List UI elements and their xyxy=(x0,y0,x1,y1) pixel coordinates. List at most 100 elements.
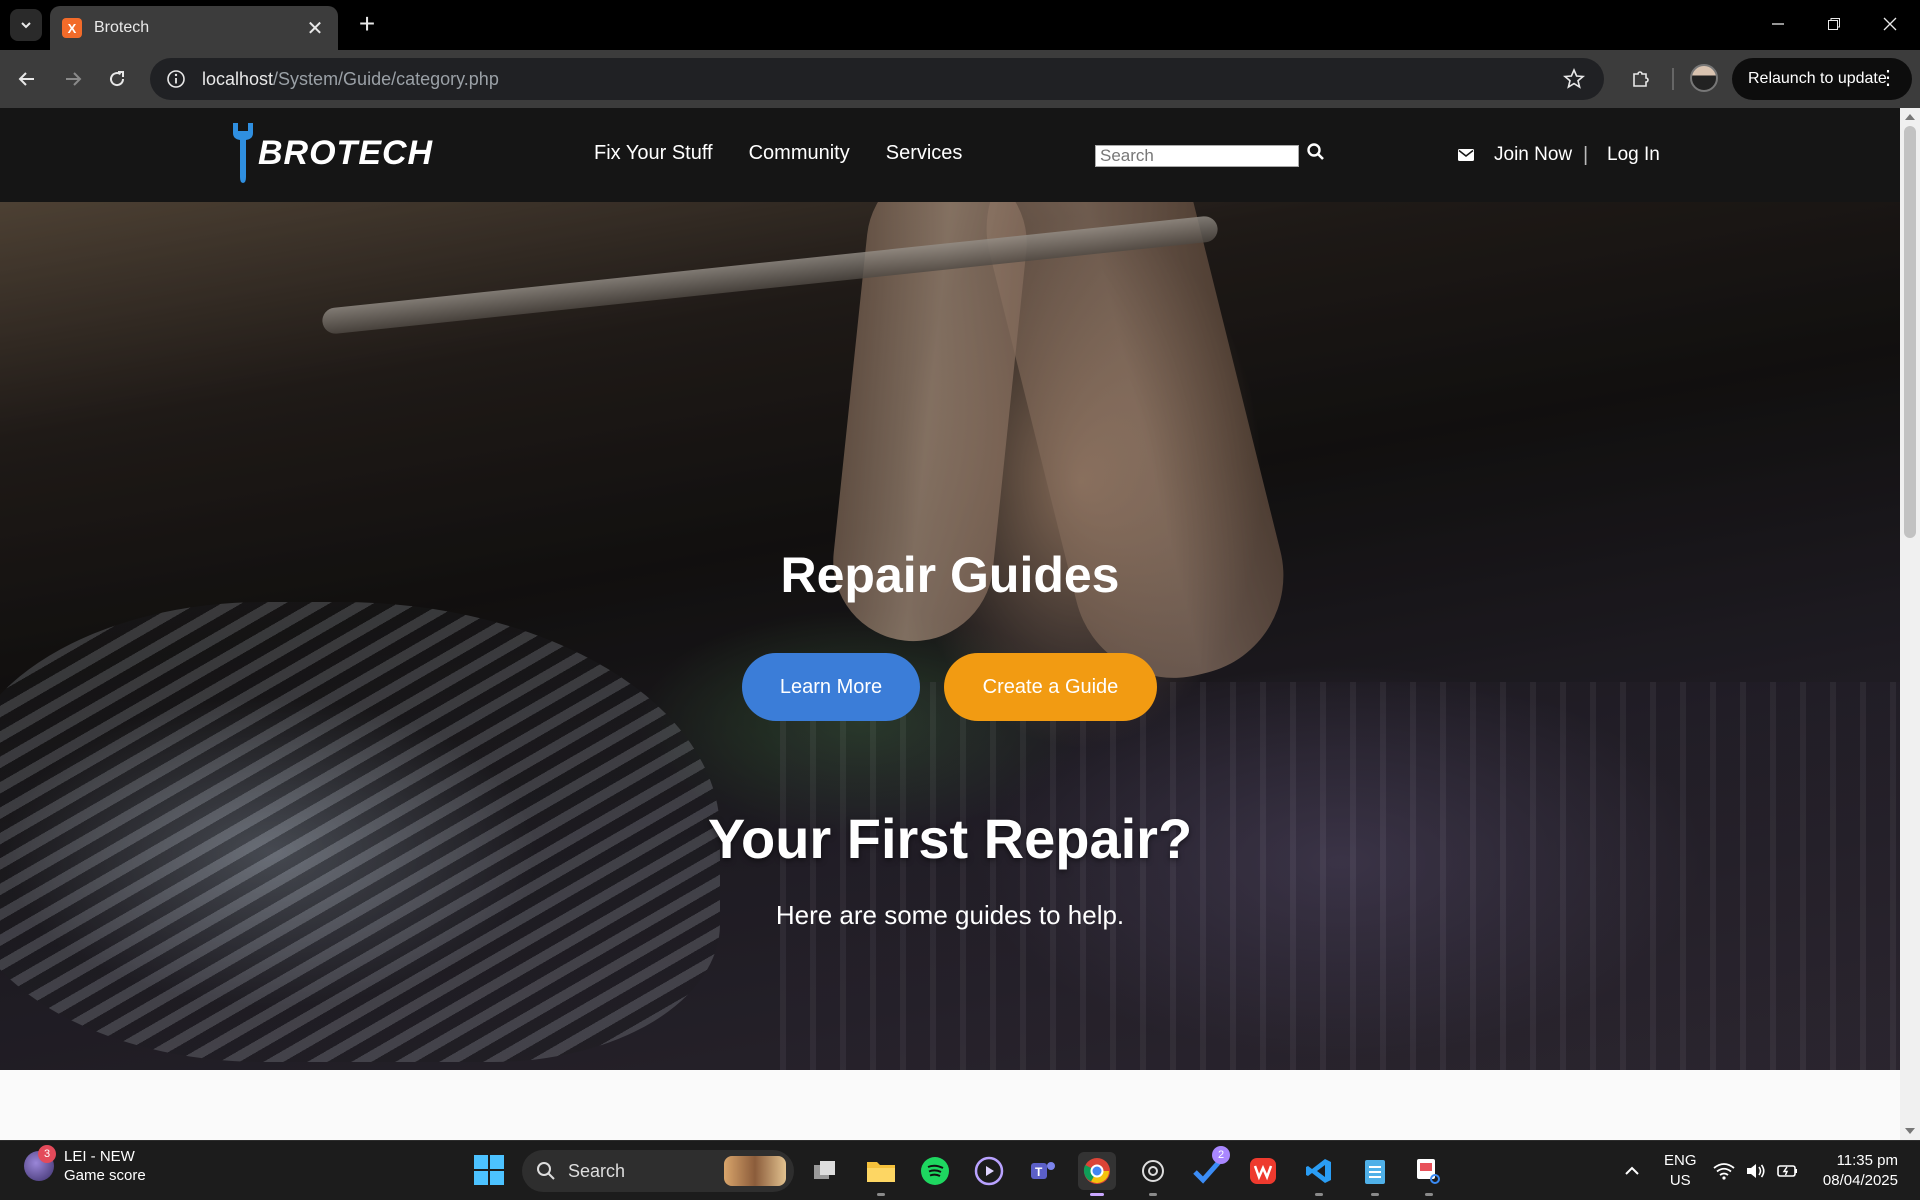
page-viewport: BROTECH Fix Your Stuff Community Service… xyxy=(0,108,1900,1140)
logo-text: BROTECH xyxy=(258,133,434,172)
hero-text: Here are some guides to help. xyxy=(775,900,1125,930)
tab-search-button[interactable] xyxy=(10,9,42,41)
page-scrollbar[interactable] xyxy=(1900,108,1920,1140)
browser-tab-strip: X Brotech ✕ + xyxy=(0,0,1920,50)
extensions-puzzle-icon[interactable] xyxy=(1626,64,1656,94)
reload-button[interactable] xyxy=(102,64,132,94)
wrench-logo-icon xyxy=(233,123,253,183)
url-path: /System/Guide/category.php xyxy=(273,68,499,89)
close-window-button[interactable] xyxy=(1866,8,1914,40)
join-now-link[interactable]: Join Now xyxy=(1458,144,1572,166)
taskbar-search-label: Search xyxy=(568,1160,626,1181)
search-icon xyxy=(537,1162,555,1180)
log-in-link[interactable]: Log In xyxy=(1607,144,1660,166)
search-icon[interactable] xyxy=(1306,142,1328,164)
wifi-icon[interactable] xyxy=(1712,1159,1736,1183)
url-text[interactable]: localhost/System/Guide/category.php xyxy=(202,69,499,90)
widgets-button[interactable]: 3 LEI - NEW Game score xyxy=(24,1145,146,1185)
widget-title: LEI - NEW xyxy=(64,1148,135,1165)
todo-badge: 2 xyxy=(1212,1146,1230,1164)
browser-toolbar: localhost/System/Guide/category.php Rela… xyxy=(0,50,1920,108)
chrome-icon[interactable] xyxy=(1078,1152,1116,1196)
site-search-input[interactable] xyxy=(1095,145,1299,167)
profile-avatar[interactable] xyxy=(1690,64,1718,92)
vscode-icon[interactable] xyxy=(1300,1152,1338,1196)
browser-tab[interactable]: X Brotech ✕ xyxy=(50,6,338,50)
hero-subtitle: Your First Repair? xyxy=(707,807,1193,870)
toolbar-divider xyxy=(1672,68,1674,90)
hero-overlay xyxy=(0,202,1900,1070)
running-indicator xyxy=(1149,1193,1157,1196)
scrollbar-thumb[interactable] xyxy=(1904,126,1916,538)
game-widget-icon: 3 xyxy=(24,1145,56,1181)
arrow-left-icon xyxy=(18,72,34,86)
relaunch-label: Relaunch to update xyxy=(1748,70,1887,87)
notepad-icon[interactable] xyxy=(1356,1152,1394,1196)
arrow-right-icon xyxy=(66,72,82,86)
hero-title: Repair Guides xyxy=(780,547,1120,603)
xampp-favicon-icon: X xyxy=(62,18,82,38)
widget-badge: 3 xyxy=(38,1145,56,1163)
site-info-icon[interactable] xyxy=(164,67,188,91)
snipping-tool-icon[interactable] xyxy=(1410,1152,1448,1196)
running-indicator xyxy=(1315,1193,1323,1196)
battery-charging-icon[interactable] xyxy=(1776,1159,1800,1183)
back-button[interactable] xyxy=(12,64,42,94)
url-host: localhost xyxy=(202,68,274,89)
nav-services[interactable]: Services xyxy=(886,142,963,165)
main-nav: Fix Your Stuff Community Services xyxy=(594,142,962,165)
show-hidden-icons-chevron-up-icon[interactable] xyxy=(1620,1159,1644,1183)
taskbar-clock[interactable]: 11:35 pm 08/04/2025 xyxy=(1808,1151,1898,1191)
site-header: BROTECH Fix Your Stuff Community Service… xyxy=(0,108,1900,202)
spotify-icon[interactable] xyxy=(916,1152,954,1190)
task-view-icon[interactable] xyxy=(806,1152,844,1190)
taskbar-search[interactable]: Search xyxy=(522,1150,794,1192)
volume-icon[interactable] xyxy=(1744,1159,1768,1183)
teams-icon[interactable]: T xyxy=(1024,1152,1062,1190)
close-tab-icon[interactable]: ✕ xyxy=(304,16,326,41)
chevron-down-icon xyxy=(21,22,31,29)
create-guide-button[interactable]: Create a Guide xyxy=(944,653,1157,721)
active-indicator xyxy=(1090,1193,1104,1196)
minimize-icon xyxy=(1772,23,1784,25)
clock-time: 11:35 pm xyxy=(1836,1152,1898,1169)
brotech-logo[interactable]: BROTECH xyxy=(230,120,433,186)
join-now-label: Join Now xyxy=(1494,144,1573,165)
restore-icon xyxy=(1828,18,1840,30)
clock-date: 08/04/2025 xyxy=(1822,1172,1898,1189)
file-explorer-icon[interactable] xyxy=(862,1152,900,1196)
windows-start-icon[interactable] xyxy=(474,1155,504,1185)
lang-line1: ENG xyxy=(1664,1152,1697,1169)
close-icon xyxy=(1883,17,1897,31)
scroll-down-arrow-icon[interactable] xyxy=(1905,1128,1915,1134)
tab-title: Brotech xyxy=(94,19,150,36)
search-highlight-image xyxy=(724,1156,786,1186)
openai-icon[interactable] xyxy=(1134,1152,1172,1196)
lang-line2: US xyxy=(1669,1172,1691,1189)
svg-text:T: T xyxy=(1035,1165,1043,1179)
scroll-up-arrow-icon[interactable] xyxy=(1905,114,1915,120)
running-indicator xyxy=(1371,1193,1379,1196)
hero-section xyxy=(0,202,1900,1070)
minimize-button[interactable] xyxy=(1754,8,1802,40)
learn-more-button[interactable]: Learn More xyxy=(742,653,920,721)
auth-divider: | xyxy=(1583,144,1589,166)
mail-icon xyxy=(1458,149,1474,161)
input-language-indicator[interactable]: ENG US xyxy=(1664,1151,1697,1191)
windows-taskbar: 3 LEI - NEW Game score Search T 2 ENG US… xyxy=(0,1140,1920,1200)
wps-office-icon[interactable] xyxy=(1244,1152,1282,1190)
forward-button[interactable] xyxy=(58,64,88,94)
nav-fix-your-stuff[interactable]: Fix Your Stuff xyxy=(594,142,713,165)
address-bar[interactable]: localhost/System/Guide/category.php xyxy=(150,58,1604,100)
media-player-icon[interactable] xyxy=(970,1152,1008,1190)
bookmark-star-icon[interactable] xyxy=(1562,67,1586,91)
todo-icon[interactable]: 2 xyxy=(1188,1146,1230,1190)
relaunch-to-update-button[interactable]: Relaunch to update ⋮ xyxy=(1732,58,1912,100)
more-vert-icon: ⋮ xyxy=(1878,67,1898,89)
reload-icon xyxy=(110,71,125,87)
widget-subtitle: Game score xyxy=(64,1167,146,1184)
restore-button[interactable] xyxy=(1810,8,1858,40)
nav-community[interactable]: Community xyxy=(749,142,850,165)
new-tab-button[interactable]: + xyxy=(352,10,382,40)
system-tray[interactable] xyxy=(1712,1159,1800,1183)
